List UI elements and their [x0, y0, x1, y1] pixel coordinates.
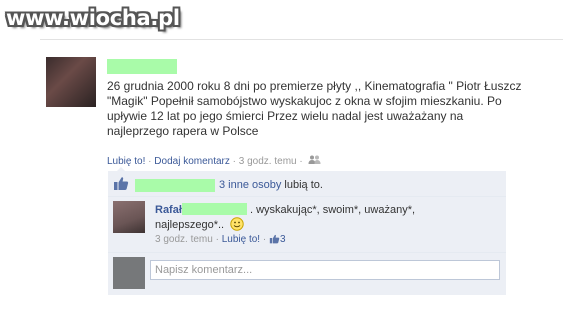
comment-like-count[interactable]: 3	[269, 234, 286, 245]
comment-input[interactable]	[150, 260, 500, 280]
comment-meta: 3 godz. temu · Lubię to! · 3	[155, 234, 286, 247]
like-count-value: 3	[280, 234, 286, 245]
post-timestamp[interactable]: 3 godz. temu	[239, 156, 297, 167]
current-user-avatar	[113, 257, 145, 289]
author-avatar[interactable]	[46, 57, 96, 107]
comment-text: . wyskakując*, swoim*, uważany*,	[249, 204, 416, 216]
likes-row: 3 inne osoby lubią to.	[113, 176, 323, 194]
post-text: 26 grudnia 2000 roku 8 dni po premierze …	[107, 79, 522, 138]
separator: ·	[262, 234, 267, 245]
comment-author-avatar[interactable]	[113, 201, 145, 233]
comment-timestamp[interactable]: 3 godz. temu	[155, 234, 213, 245]
separator: ·	[148, 156, 152, 167]
comment-author-surname-redacted[interactable]	[181, 203, 247, 215]
likes-suffix: lubią to.	[284, 179, 323, 191]
separator: ·	[299, 156, 303, 167]
comment-text: najlepszego*..	[155, 219, 225, 231]
comment-like-link[interactable]: Lubię to!	[222, 234, 260, 245]
comment-text-line2: najlepszego*..	[155, 217, 244, 235]
like-link[interactable]: Lubię to!	[107, 156, 145, 167]
post-actions: Lubię to! · Dodaj komentarz · 3 godz. te…	[107, 155, 321, 168]
comment-author-name[interactable]: Rafał	[155, 204, 182, 216]
watermark: www.wiocha.pl	[6, 6, 180, 30]
liker-name-redacted[interactable]	[135, 178, 215, 192]
separator: ·	[215, 234, 219, 245]
divider	[108, 196, 506, 197]
thumbs-up-icon	[269, 234, 280, 247]
author-name-redacted[interactable]	[107, 59, 177, 74]
friends-icon[interactable]	[308, 155, 321, 168]
other-likers-link[interactable]: 3 inne osoby	[219, 179, 281, 191]
separator: ·	[232, 156, 236, 167]
add-comment-link[interactable]: Dodaj komentarz	[154, 156, 230, 167]
post-top-border	[40, 39, 563, 40]
smiley-icon	[230, 217, 244, 235]
thumbs-up-icon	[113, 176, 129, 194]
divider	[108, 252, 506, 253]
comment-body: Rafał . wyskakując*, swoim*, uważany*,	[155, 203, 415, 217]
